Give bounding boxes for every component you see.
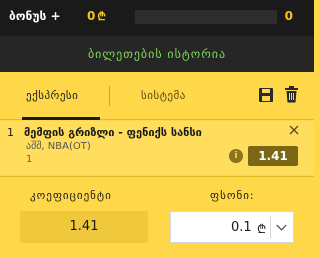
bet-item: 1 მემფის გრიზლი - ფენიქს სანსი აშშ, NBA(… — [0, 121, 314, 175]
tab-system[interactable]: სისტემა — [141, 89, 186, 102]
stake-label: ფსონი: — [210, 189, 255, 202]
trash-icon[interactable] — [284, 86, 299, 103]
betslip-summary: კოეფიციენტი ფსონი: 1.41 0.1 ₾ — [0, 176, 314, 257]
betslip-tabs: ექსპრესი სისტემა — [0, 72, 314, 120]
bonus-right-value: 0 — [284, 9, 293, 23]
save-icon[interactable] — [258, 87, 274, 103]
info-icon[interactable]: i — [229, 149, 243, 163]
coefficient-label: კოეფიციენტი — [30, 189, 112, 202]
coefficient-value: 1.41 — [20, 211, 148, 243]
betslip-panel: ექსპრესი სისტემა 1 მემფის გრიზლი - ფენიქ… — [0, 72, 314, 257]
ticket-history-button[interactable]: ბილეთების ისტორია — [0, 36, 314, 72]
bet-choice: 1 — [26, 154, 33, 165]
tab-divider — [109, 86, 110, 106]
lari-currency-icon: ₾ — [97, 10, 106, 23]
bonus-amount: 0 ₾ — [87, 9, 106, 24]
top-bar: ბონუს + 0 ₾ 0 — [0, 0, 314, 36]
bet-league: აშშ, NBA(OT) — [26, 141, 91, 152]
bonus-amount-value: 0 — [87, 9, 96, 23]
bonus-progress-bar — [135, 10, 277, 24]
bet-match-title: მემფის გრიზლი - ფენიქს სანსი — [24, 126, 202, 139]
close-icon[interactable] — [289, 125, 299, 135]
ticket-history-label: ბილეთების ისტორია — [87, 47, 227, 61]
active-tab-indicator — [22, 117, 100, 120]
stake-currency-icon: ₾ — [257, 222, 267, 236]
bet-index: 1 — [7, 126, 14, 139]
stake-value: 0.1 — [231, 220, 252, 235]
chevron-down-icon[interactable] — [270, 216, 292, 238]
stake-input[interactable]: 0.1 ₾ — [170, 211, 294, 243]
bet-odds-badge: 1.41 — [248, 146, 298, 166]
tab-express[interactable]: ექსპრესი — [26, 89, 78, 102]
bonus-label: ბონუს + — [9, 9, 61, 23]
